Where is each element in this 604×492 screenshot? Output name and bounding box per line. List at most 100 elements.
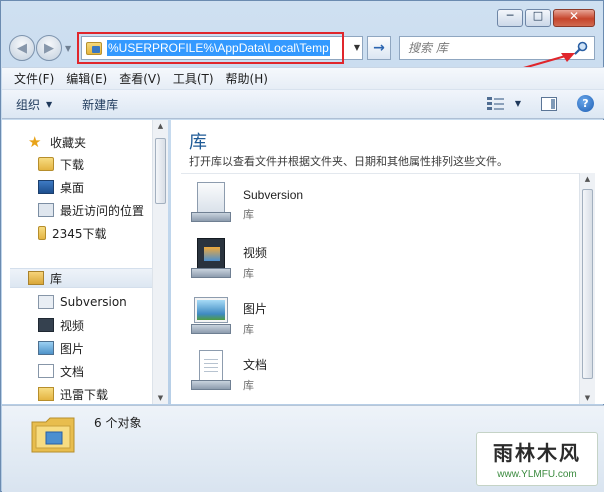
subversion-library-icon xyxy=(189,180,235,224)
desktop-icon xyxy=(38,180,54,194)
scrollbar-thumb[interactable] xyxy=(582,189,593,379)
navigation-buttons: ◀ ▶ ▼ xyxy=(9,35,71,61)
libraries-header[interactable]: 库 xyxy=(10,268,160,288)
nav-item-pictures[interactable]: 图片 xyxy=(38,338,84,358)
nav-item-label: 下载 xyxy=(60,157,85,172)
nav-item-label: Subversion xyxy=(60,295,127,309)
maximize-button[interactable]: □ xyxy=(525,9,551,27)
view-options-chevron-icon[interactable]: ▼ xyxy=(515,99,521,108)
scroll-up-arrow-icon[interactable]: ▲ xyxy=(153,122,168,130)
scroll-down-arrow-icon[interactable]: ▼ xyxy=(580,394,595,402)
menu-tools[interactable]: 工具(T) xyxy=(167,70,220,87)
nav-item-label: 视频 xyxy=(60,318,85,333)
recent-pages-dropdown[interactable]: ▼ xyxy=(65,44,71,53)
item-count: 6 个对象 xyxy=(94,416,142,430)
content-scrollbar[interactable]: ▲ ▼ xyxy=(579,173,595,404)
library-item-name: 图片 xyxy=(243,302,268,316)
nav-item-subversion[interactable]: Subversion xyxy=(38,292,127,312)
library-item-documents[interactable]: 文档 库 xyxy=(189,348,267,398)
maximize-icon: □ xyxy=(532,9,544,22)
help-icon[interactable]: ? xyxy=(577,95,594,112)
library-content-pane: 库 打开库以查看文件并根据文件夹、日期和其他属性排列这些文件。 Subversi… xyxy=(171,120,604,404)
folder-icon xyxy=(38,226,46,240)
caption-buttons: ─ □ ✕ xyxy=(495,9,595,27)
back-arrow-icon: ◀ xyxy=(17,40,27,56)
navigation-scrollbar[interactable]: ▲ ▼ xyxy=(152,120,168,404)
thunder-downloads-icon xyxy=(38,387,54,401)
favorites-label: 收藏夹 xyxy=(50,135,87,150)
nav-item-videos[interactable]: 视频 xyxy=(38,315,84,335)
library-item-name: Subversion xyxy=(243,188,304,202)
site-watermark: 雨林木风 www.YLMFU.com xyxy=(476,432,598,486)
library-item-kind: 库 xyxy=(243,208,254,221)
libraries-folder-icon xyxy=(31,417,75,453)
library-description: 打开库以查看文件并根据文件夹、日期和其他属性排列这些文件。 xyxy=(189,155,508,168)
chevron-down-icon: ▼ xyxy=(46,99,53,109)
nav-item-label: 迅雷下载 xyxy=(60,387,109,402)
explorer-window: ─ □ ✕ ◀ ▶ ▼ %USERPROFILE%\AppData\Local\… xyxy=(0,0,604,492)
nav-item-desktop[interactable]: 桌面 xyxy=(38,177,84,197)
pictures-library-icon xyxy=(189,292,235,336)
command-bar: 组织 ▼ 新建库 ▼ ? xyxy=(2,89,604,119)
library-item-name: 视频 xyxy=(243,246,268,260)
forward-button[interactable]: ▶ xyxy=(36,35,62,61)
menu-edit[interactable]: 编辑(E) xyxy=(60,70,113,87)
preview-pane-icon[interactable] xyxy=(541,96,557,111)
documents-icon xyxy=(38,364,54,378)
nav-item-label: 桌面 xyxy=(60,180,85,195)
nav-item-thunder-downloads[interactable]: 迅雷下载 xyxy=(38,384,108,404)
nav-item-label: 文档 xyxy=(60,364,85,379)
organize-label: 组织 xyxy=(16,97,41,112)
library-item-videos[interactable]: 视频 库 xyxy=(189,236,267,286)
close-button[interactable]: ✕ xyxy=(553,9,595,27)
chevron-down-icon[interactable]: ▼ xyxy=(354,43,360,52)
library-item-pictures[interactable]: 图片 库 xyxy=(189,292,267,342)
libraries-icon xyxy=(28,271,44,285)
minimize-button[interactable]: ─ xyxy=(497,9,523,27)
nav-item-recent-places[interactable]: 最近访问的位置 xyxy=(38,200,144,220)
back-button[interactable]: ◀ xyxy=(9,35,35,61)
page-title: 库 xyxy=(189,132,207,153)
subversion-icon xyxy=(38,295,54,309)
nav-item-documents[interactable]: 文档 xyxy=(38,361,84,381)
scroll-up-arrow-icon[interactable]: ▲ xyxy=(580,175,595,183)
change-view-icon[interactable] xyxy=(486,96,505,112)
menu-help[interactable]: 帮助(H) xyxy=(220,70,274,87)
new-library-button[interactable]: 新建库 xyxy=(82,96,118,113)
go-arrow-icon: → xyxy=(373,40,385,56)
close-icon: ✕ xyxy=(568,9,580,23)
watermark-title: 雨林木风 xyxy=(493,441,581,465)
menu-file[interactable]: 文件(F) xyxy=(8,70,60,87)
menu-view[interactable]: 查看(V) xyxy=(113,70,167,87)
scroll-down-arrow-icon[interactable]: ▼ xyxy=(153,394,168,402)
libraries-label: 库 xyxy=(50,271,63,286)
nav-item-2345-downloads[interactable]: 2345下载 xyxy=(38,223,107,243)
nav-item-downloads[interactable]: 下载 xyxy=(38,154,84,174)
nav-item-label: 最近访问的位置 xyxy=(60,203,145,218)
videos-icon xyxy=(38,318,54,332)
library-item-kind: 库 xyxy=(243,267,254,280)
nav-item-label: 图片 xyxy=(60,341,85,356)
forward-arrow-icon: ▶ xyxy=(44,40,54,56)
address-highlight-box xyxy=(77,32,344,64)
watermark-url: www.YLMFU.com xyxy=(497,469,577,480)
downloads-folder-icon xyxy=(38,157,54,171)
minimize-icon: ─ xyxy=(506,9,514,22)
recent-places-icon xyxy=(38,203,54,217)
nav-item-label: 2345下载 xyxy=(52,226,107,241)
library-item-kind: 库 xyxy=(243,323,254,336)
library-item-kind: 库 xyxy=(243,379,254,392)
view-controls: ▼ ? xyxy=(486,95,594,112)
videos-library-icon xyxy=(189,236,235,280)
favorites-header[interactable]: ★ 收藏夹 xyxy=(28,132,86,152)
go-button[interactable]: → xyxy=(367,36,391,60)
organize-button[interactable]: 组织 ▼ xyxy=(16,96,52,113)
star-icon: ★ xyxy=(28,133,42,151)
scrollbar-thumb[interactable] xyxy=(155,138,166,204)
library-item-subversion[interactable]: Subversion 库 xyxy=(189,180,303,230)
library-list: Subversion 库 视频 库 图片 库 文档 库 xyxy=(181,173,579,404)
details-pane: 6 个对象 雨林木风 www.YLMFU.com xyxy=(2,405,604,492)
pictures-icon xyxy=(38,341,54,355)
navigation-pane: ★ 收藏夹 下载 桌面 最近访问的位置 2345下载 库 Subversion xyxy=(2,120,168,404)
library-item-name: 文档 xyxy=(243,358,268,372)
